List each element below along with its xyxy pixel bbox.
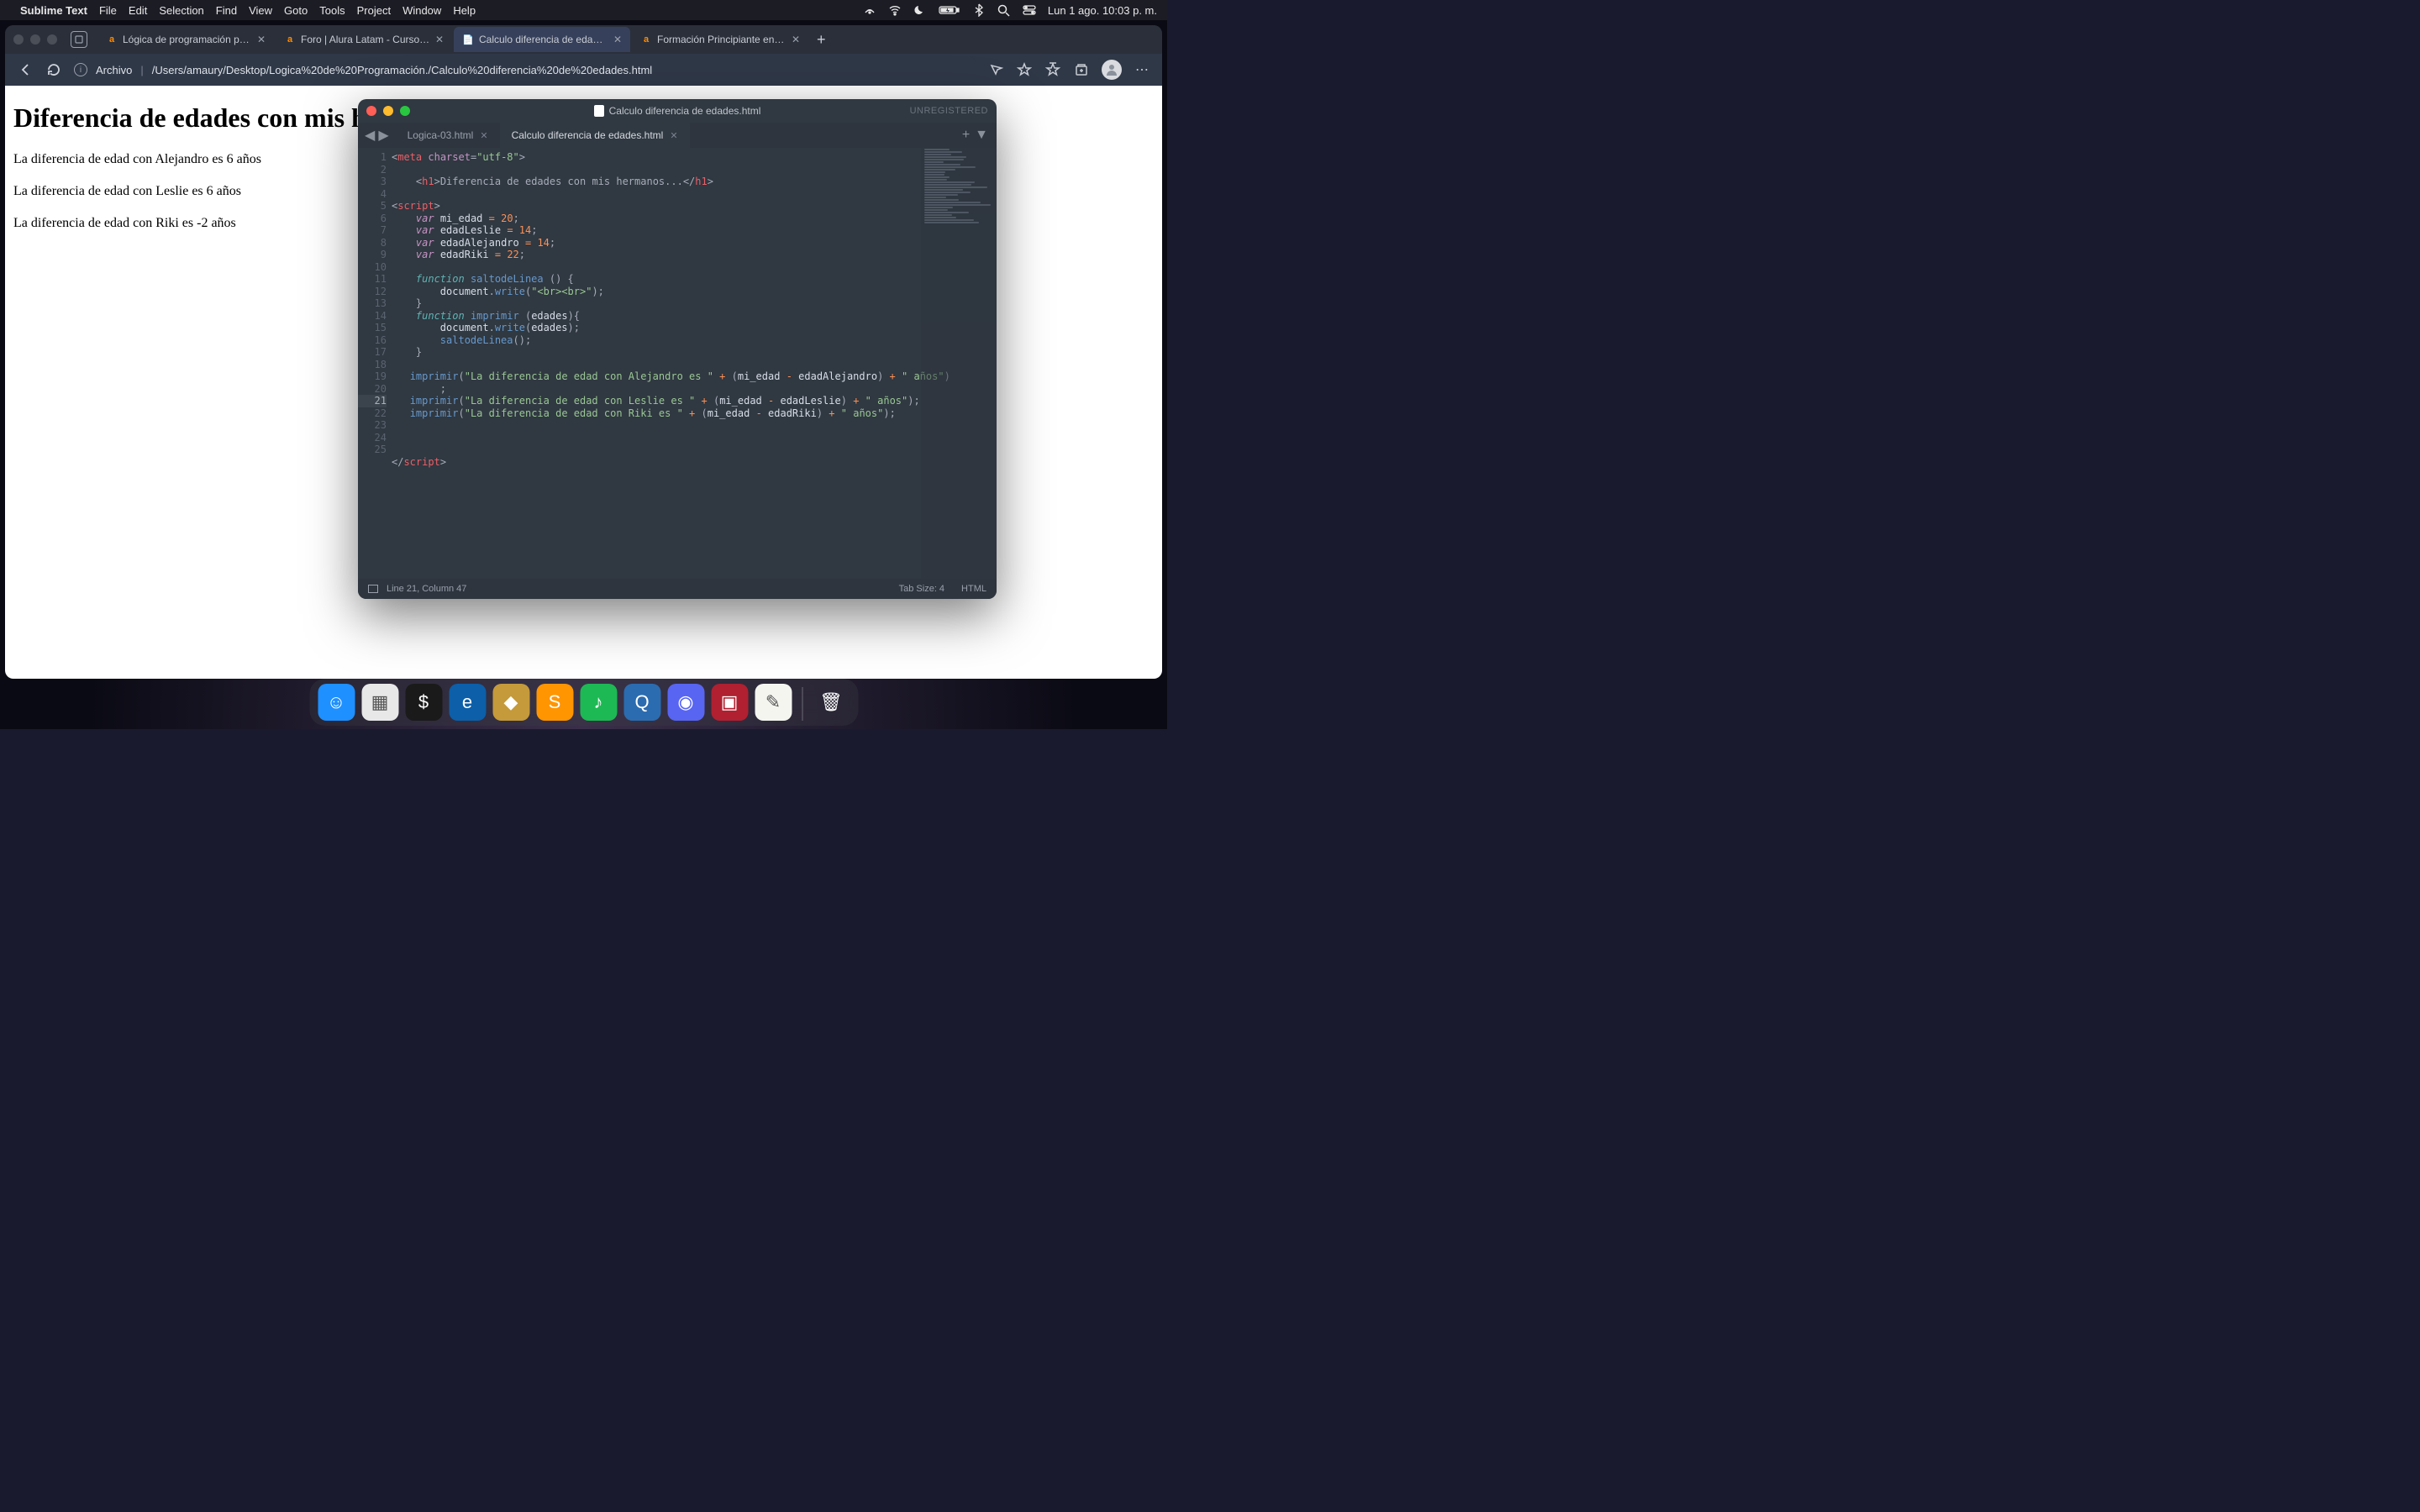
moon-icon[interactable]	[913, 3, 927, 17]
menu-project[interactable]: Project	[357, 4, 391, 17]
unregistered-label: UNREGISTERED	[910, 106, 988, 116]
menu-selection[interactable]: Selection	[159, 4, 203, 17]
site-info-icon[interactable]: i	[74, 63, 87, 76]
browser-tab[interactable]: a Formación Principiante en Prog ✕	[632, 27, 808, 52]
macos-menubar: Sublime Text File Edit Selection Find Vi…	[0, 0, 1167, 20]
browser-tab[interactable]: a Lógica de programación parte ✕	[97, 27, 274, 52]
menu-help[interactable]: Help	[453, 4, 476, 17]
url-path: /Users/amaury/Desktop/Logica%20de%20Prog…	[152, 64, 652, 76]
tab-add-controls[interactable]: + ▼	[954, 123, 997, 148]
sublime-title: Calculo diferencia de edades.html	[358, 105, 997, 117]
url-field[interactable]: i Archivo | /Users/amaury/Desktop/Logica…	[74, 57, 976, 82]
status-tab-size[interactable]: Tab Size: 4	[899, 584, 944, 594]
bluetooth-icon[interactable]	[972, 3, 986, 17]
add-tab-icon[interactable]: +	[962, 128, 970, 143]
collections-icon[interactable]	[1073, 61, 1090, 78]
editor-tab-label: Calculo diferencia de edades.html	[512, 129, 664, 141]
tab-close-icon[interactable]: ✕	[480, 130, 487, 141]
dock-app-quicktime[interactable]: Q	[623, 684, 660, 721]
editor-body: 1234567891011121314151617181920212223242…	[358, 148, 997, 579]
refresh-button[interactable]	[45, 61, 62, 78]
tab-close-icon[interactable]: ✕	[435, 34, 444, 45]
browser-address-bar: i Archivo | /Users/amaury/Desktop/Logica…	[5, 54, 1162, 86]
menu-window[interactable]: Window	[402, 4, 441, 17]
status-cursor-position[interactable]: Line 21, Column 47	[387, 584, 466, 594]
favorites-icon[interactable]	[1016, 61, 1033, 78]
panel-toggle-icon[interactable]	[368, 585, 378, 593]
document-icon	[594, 105, 604, 117]
menu-file[interactable]: File	[99, 4, 117, 17]
menu-find[interactable]: Find	[216, 4, 237, 17]
menu-tools[interactable]: Tools	[319, 4, 345, 17]
favicon-icon: 📄	[462, 34, 474, 45]
menubar-app-name[interactable]: Sublime Text	[20, 4, 87, 17]
tab-close-icon[interactable]: ✕	[613, 34, 622, 45]
sublime-window: Calculo diferencia de edades.html UNREGI…	[358, 99, 997, 599]
favicon-icon: a	[284, 34, 296, 45]
url-scheme-label: Archivo	[96, 64, 132, 76]
browser-titlebar: a Lógica de programación parte ✕ a Foro …	[5, 25, 1162, 54]
tab-label: Foro | Alura Latam - Cursos on	[301, 34, 430, 45]
dock-app-sublime[interactable]: S	[536, 684, 573, 721]
new-tab-button[interactable]: +	[810, 31, 833, 49]
code-area[interactable]: <meta charset="utf-8"> <h1>Diferencia de…	[392, 148, 997, 579]
tab-close-icon[interactable]: ✕	[257, 34, 266, 45]
wifi-icon[interactable]	[888, 3, 902, 17]
sublime-statusbar: Line 21, Column 47 Tab Size: 4 HTML	[358, 579, 997, 599]
editor-tab-active[interactable]: Calculo diferencia de edades.html ✕	[500, 123, 690, 148]
reading-list-icon[interactable]	[1044, 61, 1061, 78]
nav-back-forward[interactable]: ◀ ▶	[358, 123, 396, 148]
menu-goto[interactable]: Goto	[284, 4, 308, 17]
browser-traffic-lights[interactable]	[13, 34, 57, 45]
dock-app-edge[interactable]: e	[449, 684, 486, 721]
more-menu-icon[interactable]: ⋯	[1134, 61, 1150, 78]
airdrop-icon[interactable]	[863, 3, 876, 17]
dock-app-notes[interactable]: ✎	[755, 684, 792, 721]
dock-app-launchpad[interactable]: ▦	[361, 684, 398, 721]
favicon-icon: a	[640, 34, 652, 45]
line-number-gutter: 1234567891011121314151617181920212223242…	[358, 148, 392, 579]
zoom-dot-icon[interactable]	[47, 34, 57, 45]
favicon-icon: a	[106, 34, 118, 45]
dock-app-game[interactable]: ▣	[711, 684, 748, 721]
read-aloud-icon[interactable]	[987, 61, 1004, 78]
status-syntax[interactable]: HTML	[961, 584, 986, 594]
url-separator: |	[140, 64, 143, 76]
nav-back-icon[interactable]: ◀	[365, 127, 375, 144]
tab-close-icon[interactable]: ✕	[670, 130, 677, 141]
browser-tabstrip: a Lógica de programación parte ✕ a Foro …	[71, 25, 1154, 54]
profile-avatar[interactable]	[1102, 60, 1122, 80]
spotlight-icon[interactable]	[997, 3, 1011, 17]
browser-tab-active[interactable]: 📄 Calculo diferencia de edades.h ✕	[454, 27, 630, 52]
dock-trash[interactable]: 🗑	[813, 684, 850, 721]
tab-dropdown-icon[interactable]: ▼	[975, 128, 988, 143]
tab-label: Calculo diferencia de edades.h	[479, 34, 608, 45]
browser-tab[interactable]: a Foro | Alura Latam - Cursos on ✕	[276, 27, 452, 52]
tab-label: Lógica de programación parte	[123, 34, 252, 45]
battery-icon[interactable]	[939, 3, 960, 17]
macos-dock: ☺▦$e◆S♪Q◉▣✎ 🗑	[309, 679, 858, 726]
tab-label: Formación Principiante en Prog	[657, 34, 786, 45]
menu-edit[interactable]: Edit	[129, 4, 147, 17]
dock-app-discord[interactable]: ◉	[667, 684, 704, 721]
nav-forward-icon[interactable]: ▶	[378, 127, 388, 144]
control-center-icon[interactable]	[1023, 3, 1036, 17]
menubar-clock[interactable]: Lun 1 ago. 10:03 p. m.	[1048, 4, 1157, 17]
tab-overview-icon[interactable]	[71, 31, 87, 48]
menu-view[interactable]: View	[249, 4, 272, 17]
tab-close-icon[interactable]: ✕	[792, 34, 800, 45]
close-dot-icon[interactable]	[13, 34, 24, 45]
dock-app-league[interactable]: ◆	[492, 684, 529, 721]
dock-app-terminal[interactable]: $	[405, 684, 442, 721]
sublime-titlebar[interactable]: Calculo diferencia de edades.html UNREGI…	[358, 99, 997, 123]
minimize-dot-icon[interactable]	[30, 34, 40, 45]
sublime-tabbar: ◀ ▶ Logica-03.html ✕ Calculo diferencia …	[358, 123, 997, 148]
editor-tab[interactable]: Logica-03.html ✕	[396, 123, 500, 148]
dock-app-finder[interactable]: ☺	[318, 684, 355, 721]
sublime-title-text: Calculo diferencia de edades.html	[609, 105, 761, 117]
dock-app-spotify[interactable]: ♪	[580, 684, 617, 721]
back-button[interactable]	[17, 61, 34, 78]
editor-tab-label: Logica-03.html	[408, 129, 474, 141]
minimap[interactable]	[921, 148, 997, 579]
